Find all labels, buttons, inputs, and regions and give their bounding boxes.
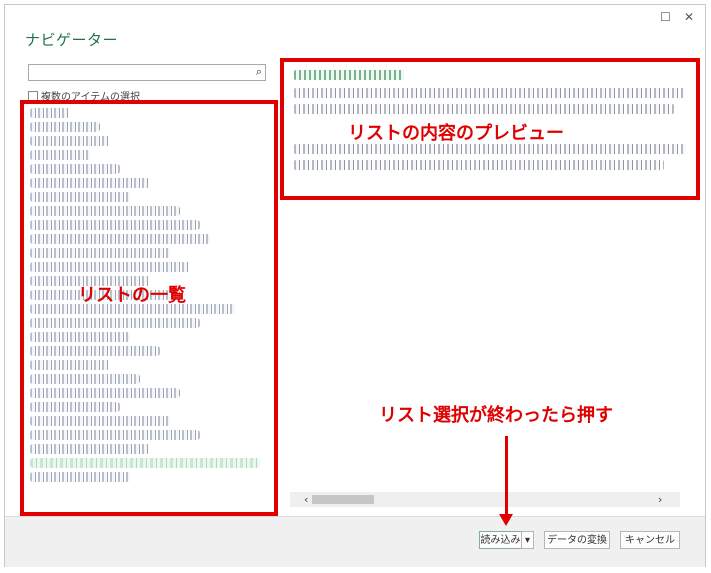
list-item[interactable] <box>30 108 70 118</box>
list-item[interactable] <box>30 164 120 174</box>
preview-header <box>294 70 404 80</box>
scroll-left-icon[interactable]: ‹ <box>304 492 308 507</box>
list-item[interactable] <box>30 122 100 132</box>
transform-data-button[interactable]: データの変換 <box>544 531 610 549</box>
load-dropdown-button[interactable]: ▾ <box>521 531 534 549</box>
preview-row <box>294 88 684 98</box>
list-item[interactable] <box>30 360 110 370</box>
list-item[interactable] <box>30 206 180 216</box>
list-item[interactable] <box>30 472 130 482</box>
annotation-arrow <box>505 436 508 518</box>
multi-select-checkbox[interactable]: 複数のアイテムの選択 <box>28 88 140 103</box>
scroll-right-icon[interactable]: › <box>658 492 662 507</box>
load-button[interactable]: 読み込み <box>479 531 522 549</box>
list-item[interactable] <box>30 332 130 342</box>
scroll-thumb[interactable] <box>312 495 374 504</box>
list-item[interactable] <box>30 388 180 398</box>
list-annotation: リストの一覧 <box>78 285 186 306</box>
preview-annotation: リストの内容のプレビュー <box>348 123 564 144</box>
window-title: ナビゲーター <box>25 31 119 49</box>
list-item[interactable] <box>30 416 170 426</box>
list-item[interactable] <box>30 430 200 440</box>
list-item[interactable] <box>30 318 200 328</box>
annotation-arrow-head <box>499 514 513 526</box>
preview-row <box>294 104 674 114</box>
list-item[interactable] <box>30 178 150 188</box>
list-item[interactable] <box>30 234 210 244</box>
cancel-button[interactable]: キャンセル <box>620 531 680 549</box>
list-item[interactable] <box>30 248 170 258</box>
search-icon[interactable]: ⌕ <box>256 65 262 79</box>
horizontal-scrollbar[interactable]: ‹ › <box>290 492 680 507</box>
preview-row <box>294 144 686 154</box>
list-item[interactable] <box>30 346 160 356</box>
checkbox-box[interactable] <box>28 90 38 101</box>
list-item[interactable] <box>30 402 120 412</box>
list-item[interactable] <box>30 444 150 454</box>
close-icon[interactable]: ✕ <box>684 10 694 24</box>
list-item[interactable] <box>30 220 200 230</box>
search-input[interactable]: ⌕ <box>28 64 266 81</box>
multi-select-label: 複数のアイテムの選択 <box>41 92 140 103</box>
list-item[interactable] <box>30 192 130 202</box>
list-item[interactable] <box>30 136 110 146</box>
list-item[interactable] <box>30 262 190 272</box>
list-item[interactable] <box>30 150 90 160</box>
list-item-selected[interactable] <box>30 458 260 468</box>
press-annotation: リスト選択が終わったら押す <box>379 405 613 426</box>
preview-row <box>294 160 664 170</box>
list-item[interactable] <box>30 374 140 384</box>
maximize-icon[interactable]: ☐ <box>660 10 671 24</box>
